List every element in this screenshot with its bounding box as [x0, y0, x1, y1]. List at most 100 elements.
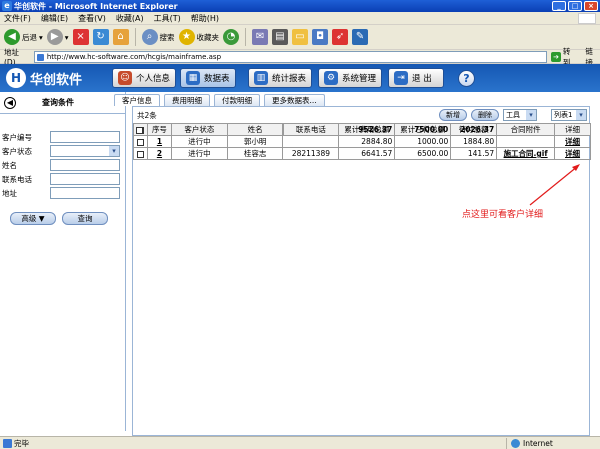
forward-arrow-icon: ▶: [46, 29, 63, 45]
row-number-link[interactable]: 1: [146, 135, 172, 148]
row-select-cell[interactable]: [133, 147, 148, 160]
table-row: 1 进行中 郭小明 2884.80 1000.00 1884.80 详细: [133, 135, 591, 148]
row-due: 141.57: [450, 147, 498, 160]
messenger-icon[interactable]: ◘: [312, 29, 329, 45]
menu-tools[interactable]: 工具(T): [154, 13, 181, 24]
folder-icon[interactable]: ▭: [292, 29, 309, 45]
logout-icon: ⇥: [394, 71, 408, 85]
toolbar-separator: [245, 28, 247, 46]
row-total-fee: 2884.80: [338, 135, 396, 148]
query-field-row: 姓名: [0, 158, 125, 172]
forward-button[interactable]: ▶ ▾: [46, 29, 69, 45]
address-bar: 地址(D) http://www.hc-software.com/hcgis/m…: [0, 47, 600, 67]
mail-icon[interactable]: ✉: [252, 29, 269, 45]
back-label: 后退: [22, 32, 37, 42]
help-button[interactable]: ?: [458, 70, 475, 87]
view-select[interactable]: 列表1: [551, 109, 587, 121]
row-detail-link[interactable]: 详细: [554, 135, 591, 148]
delete-button[interactable]: 删除: [471, 109, 499, 121]
totals-table: 9526.37 7500.00 2026.37: [133, 123, 591, 136]
window-title: 华创软件 - Microsoft Internet Explorer: [14, 1, 178, 11]
chevron-down-icon[interactable]: ▾: [39, 33, 43, 42]
row-select-cell[interactable]: [133, 135, 148, 148]
nav-statistics-label: 统计报表: [272, 74, 307, 84]
history-icon[interactable]: ◔: [223, 29, 240, 45]
query-form: 客户编号 客户状态 姓名 联系电话 地址: [0, 130, 125, 200]
add-button[interactable]: 新增: [439, 109, 467, 121]
back-button[interactable]: ◀ 后退 ▾: [4, 29, 43, 45]
advanced-button[interactable]: 高级 ▼: [10, 212, 56, 225]
menu-edit[interactable]: 编辑(E): [41, 13, 68, 24]
totals-cell: [226, 123, 284, 136]
home-icon[interactable]: ⌂: [112, 29, 129, 45]
security-zone: Internet: [506, 438, 553, 449]
row-attachment-link[interactable]: [496, 135, 556, 148]
nav-system-admin-label: 系统管理: [342, 74, 377, 84]
flashget-icon[interactable]: ➶: [332, 29, 349, 45]
customer-id-label: 客户编号: [2, 132, 32, 142]
favorites-button[interactable]: ★ 收藏夹: [178, 29, 220, 45]
stop-icon[interactable]: ×: [72, 29, 89, 45]
totals-cell: [282, 123, 340, 136]
name-label: 姓名: [2, 160, 17, 170]
total-fee-sum: 9526.37: [338, 123, 396, 136]
nav-data-table[interactable]: ▦ 数据表: [180, 68, 236, 88]
favorites-label: 收藏夹: [196, 32, 220, 42]
print-icon[interactable]: ▤: [272, 29, 289, 45]
row-paid: 6500.00: [394, 147, 452, 160]
tab-fee-details[interactable]: 费用明细: [164, 94, 210, 106]
search-button[interactable]: ⌕ 搜索: [141, 29, 175, 45]
status-bar: 完毕 Internet: [0, 436, 600, 449]
query-field-row: 客户状态: [0, 144, 125, 158]
customer-status-select[interactable]: [50, 145, 120, 157]
go-arrow-icon: ➔: [551, 51, 561, 62]
nav-personal-info[interactable]: ☺ 个人信息: [112, 68, 177, 88]
star-icon: ★: [178, 29, 195, 45]
person-icon: ☺: [118, 71, 132, 85]
address-input[interactable]: http://www.hc-software.com/hcgis/mainfra…: [33, 50, 548, 63]
row-number-link[interactable]: 2: [146, 147, 172, 160]
tools-select[interactable]: 工具: [503, 109, 537, 121]
collapse-panel-icon[interactable]: ◀: [4, 96, 16, 109]
chevron-down-icon[interactable]: ▾: [65, 33, 69, 42]
chart-icon: ▥: [254, 71, 268, 85]
annotation-text: 点这里可看客户详细: [462, 210, 544, 220]
menu-help[interactable]: 帮助(H): [191, 13, 219, 24]
data-tabs: 客户信息 费用明细 付款明细 更多数据表...: [114, 94, 325, 106]
menu-view[interactable]: 查看(V): [78, 13, 106, 24]
tab-customer-info[interactable]: 客户信息: [114, 94, 160, 106]
row-phone: [282, 135, 340, 148]
table-icon: ▦: [186, 71, 200, 85]
menu-favorites[interactable]: 收藏(A): [116, 13, 144, 24]
customer-grid-panel: 共2条 新增 删除 工具 列表1 序号 客户状态 姓名 联系电话 累计费用总额 …: [132, 106, 591, 436]
query-panel: ◀ 查询条件 客户编号 客户状态 姓名 联系电话 地址 高级 ▼ 查询: [0, 92, 126, 431]
customer-id-input[interactable]: [50, 131, 120, 143]
edit-icon[interactable]: ✎: [352, 29, 369, 45]
grid-toolbar: 共2条 新增 删除 工具 列表1: [133, 107, 589, 123]
row-detail-link[interactable]: 详细: [554, 147, 591, 160]
totals-cell: [170, 123, 228, 136]
query-button[interactable]: 查询: [62, 212, 108, 225]
menu-file[interactable]: 文件(F): [4, 13, 31, 24]
phone-input[interactable]: [50, 173, 120, 185]
nav-system-admin[interactable]: ⚙ 系统管理: [318, 68, 383, 88]
query-field-row: 客户编号: [0, 130, 125, 144]
row-checkbox[interactable]: [136, 138, 144, 146]
refresh-icon[interactable]: ↻: [92, 29, 109, 45]
name-input[interactable]: [50, 159, 120, 171]
totals-checkbox[interactable]: [136, 126, 143, 134]
tab-payment-details[interactable]: 付款明细: [214, 94, 260, 106]
row-checkbox[interactable]: [136, 150, 144, 158]
row-attachment-link[interactable]: 施工合同.gif: [496, 147, 556, 160]
logo-icon: [6, 68, 26, 88]
address-field-input[interactable]: [50, 187, 120, 199]
maximize-button[interactable]: □: [568, 1, 582, 11]
app-logo-text: 华创软件: [30, 72, 83, 88]
app-logo: 华创软件: [6, 68, 82, 88]
paid-sum: 7500.00: [394, 123, 452, 136]
nav-statistics[interactable]: ▥ 统计报表: [248, 68, 313, 88]
minimize-button[interactable]: _: [552, 1, 566, 11]
nav-logout[interactable]: ⇥ 退 出: [388, 68, 444, 88]
tab-more-tables[interactable]: 更多数据表...: [264, 94, 325, 106]
close-button[interactable]: ×: [584, 1, 598, 11]
